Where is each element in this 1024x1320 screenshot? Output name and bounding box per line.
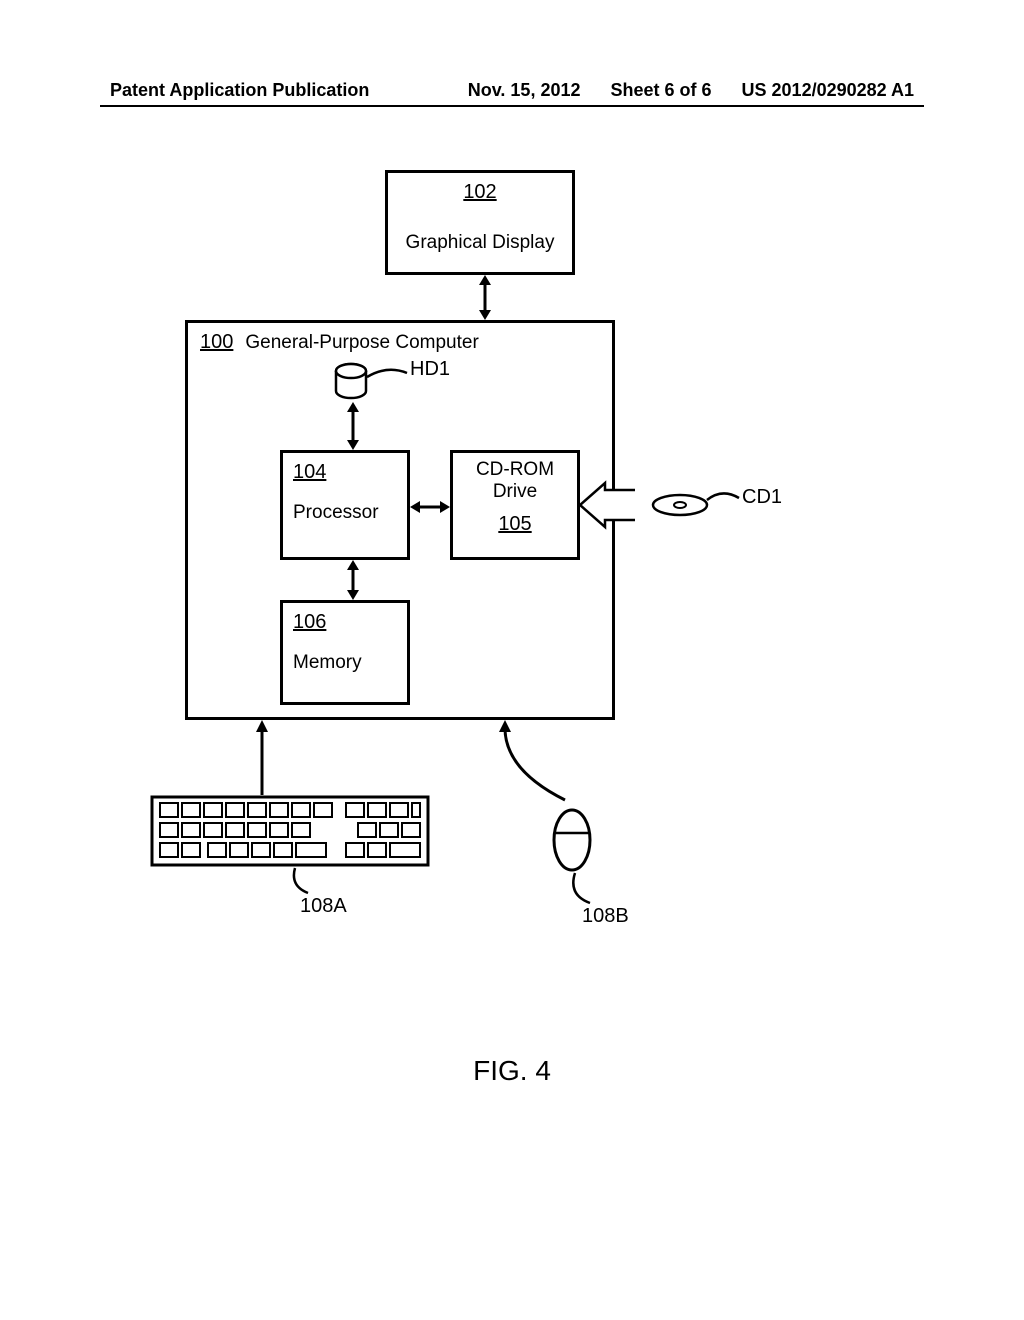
arrow-processor-cdrom bbox=[410, 497, 450, 517]
arrow-display-computer bbox=[475, 275, 495, 320]
cdrom-ref: 105 bbox=[463, 513, 567, 536]
computer-label: General-Purpose Computer bbox=[245, 332, 478, 354]
cdrom-label-bottom: Drive bbox=[463, 481, 567, 503]
cdrom-label-top: CD-ROM bbox=[463, 459, 567, 481]
diagram-container: 102 Graphical Display 100 General-Purpos… bbox=[0, 170, 1024, 1070]
keyboard-leader-icon bbox=[290, 868, 320, 898]
graphical-display-block: 102 Graphical Display bbox=[385, 170, 575, 275]
mouse-cable-icon bbox=[495, 720, 585, 810]
cd-label: CD1 bbox=[742, 486, 782, 509]
header-left: Patent Application Publication bbox=[110, 80, 369, 101]
memory-block: 106 Memory bbox=[280, 600, 410, 705]
keyboard-icon bbox=[150, 795, 430, 870]
cd-insert-arrow-icon bbox=[580, 480, 640, 530]
arrow-hd-processor bbox=[343, 402, 363, 450]
display-label: Graphical Display bbox=[398, 232, 562, 254]
mouse-leader-icon bbox=[570, 873, 600, 908]
arrow-keyboard-computer bbox=[252, 720, 272, 795]
computer-title: 100 General-Purpose Computer bbox=[200, 331, 600, 354]
display-ref: 102 bbox=[398, 181, 562, 204]
cdrom-block: CD-ROM Drive 105 bbox=[450, 450, 580, 560]
figure-caption: FIG. 4 bbox=[0, 1055, 1024, 1087]
mouse-icon bbox=[550, 805, 595, 875]
hd-cylinder-icon bbox=[333, 363, 369, 403]
page-header: Patent Application Publication Nov. 15, … bbox=[0, 80, 1024, 101]
processor-label: Processor bbox=[293, 502, 397, 524]
computer-ref: 100 bbox=[200, 331, 233, 354]
header-date: Nov. 15, 2012 bbox=[468, 80, 581, 101]
keyboard-ref: 108A bbox=[300, 895, 347, 918]
mouse-ref: 108B bbox=[582, 905, 629, 928]
processor-block: 104 Processor bbox=[280, 450, 410, 560]
header-right: Nov. 15, 2012 Sheet 6 of 6 US 2012/02902… bbox=[468, 80, 914, 101]
header-pubnum: US 2012/0290282 A1 bbox=[742, 80, 914, 101]
arrow-processor-memory bbox=[343, 560, 363, 600]
header-sheet: Sheet 6 of 6 bbox=[611, 80, 712, 101]
hd-label: HD1 bbox=[410, 358, 450, 381]
cd-disc-icon bbox=[650, 492, 710, 518]
cd-leader-icon bbox=[707, 490, 747, 508]
processor-ref: 104 bbox=[293, 461, 397, 484]
header-divider bbox=[100, 105, 924, 107]
memory-label: Memory bbox=[293, 652, 397, 674]
memory-ref: 106 bbox=[293, 611, 397, 634]
